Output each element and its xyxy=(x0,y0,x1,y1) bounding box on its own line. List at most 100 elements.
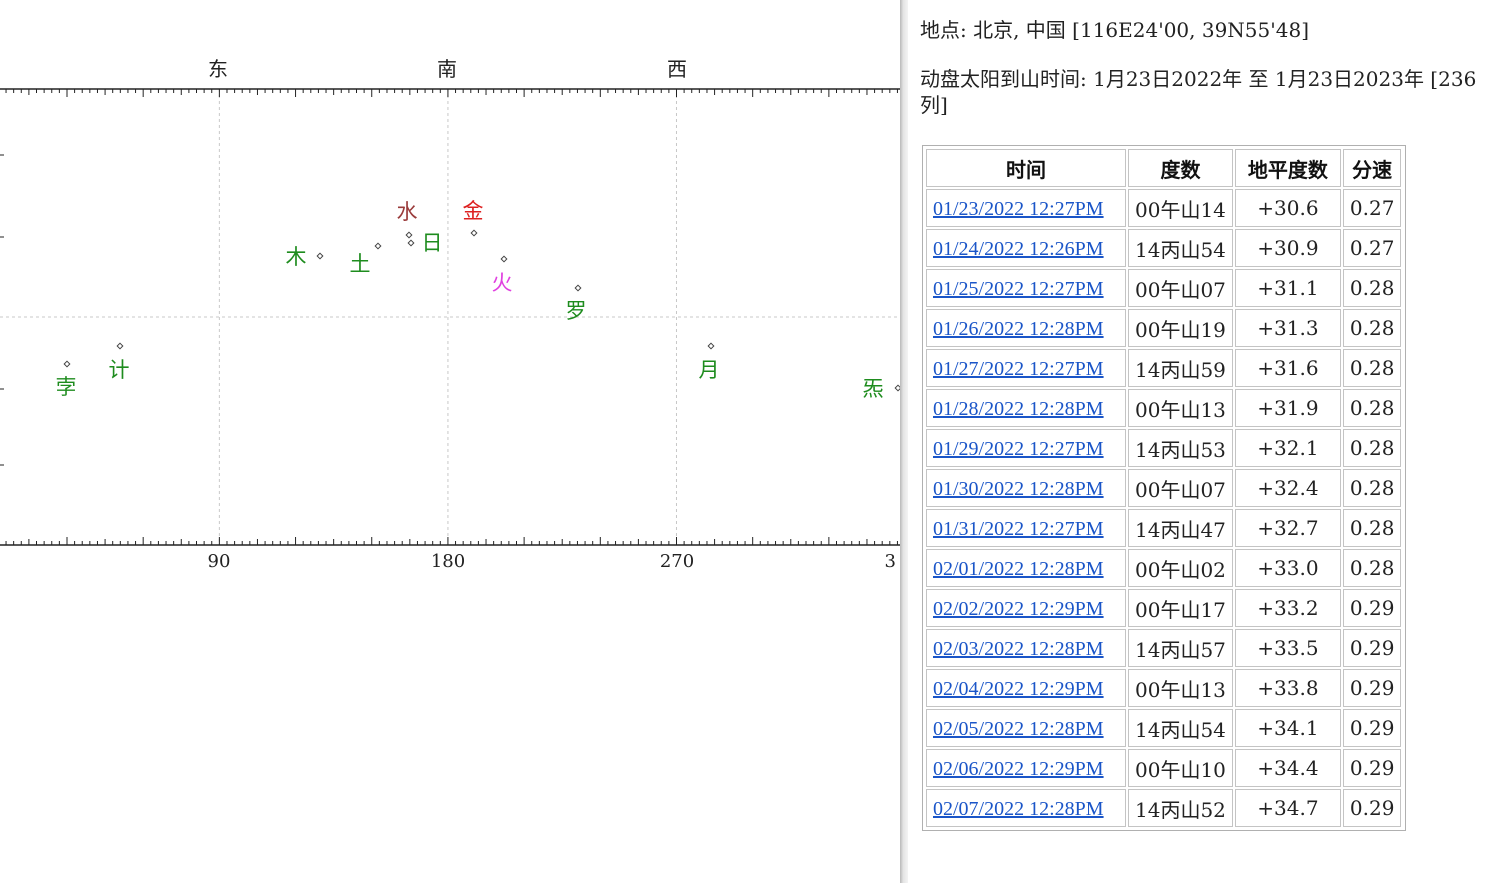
row-time-cell[interactable]: 02/07/2022 12:28PM xyxy=(926,789,1126,827)
row-degree: 00午山14 xyxy=(1128,189,1233,227)
table-row: 02/03/2022 12:28PM 14丙山57 +33.5 0.29 xyxy=(926,629,1402,667)
row-time-cell[interactable]: 01/26/2022 12:28PM xyxy=(926,309,1126,347)
body-marker xyxy=(116,342,124,350)
location-text: 地点: 北京, 中国 [116E24'00, 39N55'48] xyxy=(920,18,1310,42)
body-label: 孛 xyxy=(56,375,77,399)
row-degree: 00午山17 xyxy=(1128,589,1233,627)
horizon-chart-pane: 东 南 西 90 180 270 3 孛 计 木 土 水日金火罗月炁 xyxy=(0,0,900,883)
table-header-row: 时间 度数 地平度数 分速 xyxy=(926,149,1402,187)
row-speed: 0.27 xyxy=(1342,229,1402,267)
row-degree: 14丙山47 xyxy=(1128,509,1233,547)
row-time-link[interactable]: 01/29/2022 12:27PM xyxy=(933,438,1104,460)
row-degree: 00午山07 xyxy=(1128,469,1233,507)
x-tick-label: 270 xyxy=(660,551,694,572)
body-marker xyxy=(316,252,324,260)
row-horizon-degree: +33.0 xyxy=(1234,549,1341,587)
row-speed: 0.29 xyxy=(1342,789,1402,827)
body-label: 炁 xyxy=(863,377,884,401)
row-time-cell[interactable]: 01/25/2022 12:27PM xyxy=(926,269,1126,307)
body-marker xyxy=(405,231,413,239)
row-degree: 14丙山53 xyxy=(1128,429,1233,467)
body-label: 水 xyxy=(397,200,418,224)
direction-label: 西 xyxy=(667,57,687,81)
body-marker xyxy=(707,342,715,350)
body-label: 火 xyxy=(492,271,513,295)
row-horizon-degree: +30.9 xyxy=(1234,229,1341,267)
row-speed: 0.28 xyxy=(1342,429,1402,467)
row-degree: 00午山19 xyxy=(1128,309,1233,347)
row-degree: 00午山13 xyxy=(1128,669,1233,707)
row-horizon-degree: +30.6 xyxy=(1234,189,1341,227)
row-degree: 00午山02 xyxy=(1128,549,1233,587)
row-speed: 0.28 xyxy=(1342,549,1402,587)
table-row: 02/02/2022 12:29PM 00午山17 +33.2 0.29 xyxy=(926,589,1402,627)
body-marker xyxy=(470,229,478,237)
row-time-cell[interactable]: 01/28/2022 12:28PM xyxy=(926,389,1126,427)
row-speed: 0.28 xyxy=(1342,309,1402,347)
row-horizon-degree: +34.1 xyxy=(1234,709,1341,747)
row-horizon-degree: +33.2 xyxy=(1234,589,1341,627)
row-time-cell[interactable]: 02/02/2022 12:29PM xyxy=(926,589,1126,627)
row-speed: 0.29 xyxy=(1342,589,1402,627)
row-time-link[interactable]: 02/03/2022 12:28PM xyxy=(933,638,1104,660)
row-time-link[interactable]: 01/31/2022 12:27PM xyxy=(933,518,1104,540)
row-horizon-degree: +32.4 xyxy=(1234,469,1341,507)
table-row: 01/27/2022 12:27PM 14丙山59 +31.6 0.28 xyxy=(926,349,1402,387)
table-row: 01/23/2022 12:27PM 00午山14 +30.6 0.27 xyxy=(926,189,1402,227)
body-marker xyxy=(63,360,71,368)
row-time-link[interactable]: 01/27/2022 12:27PM xyxy=(933,358,1104,380)
row-time-link[interactable]: 01/26/2022 12:28PM xyxy=(933,318,1104,340)
data-table: 时间 度数 地平度数 分速 01/23/2022 12:27PM 00午山14 +3… xyxy=(924,147,1403,829)
row-time-link[interactable]: 01/28/2022 12:28PM xyxy=(933,398,1104,420)
row-horizon-degree: +34.7 xyxy=(1234,789,1341,827)
row-time-link[interactable]: 01/25/2022 12:27PM xyxy=(933,278,1104,300)
row-time-link[interactable]: 02/07/2022 12:28PM xyxy=(933,798,1104,820)
row-speed: 0.27 xyxy=(1342,189,1402,227)
row-time-link[interactable]: 01/24/2022 12:26PM xyxy=(933,238,1104,260)
row-time-cell[interactable]: 01/27/2022 12:27PM xyxy=(926,349,1126,387)
row-speed: 0.28 xyxy=(1342,509,1402,547)
row-time-cell[interactable]: 01/31/2022 12:27PM xyxy=(926,509,1126,547)
row-time-cell[interactable]: 01/24/2022 12:26PM xyxy=(926,229,1126,267)
pane-splitter[interactable] xyxy=(900,0,908,883)
row-time-cell[interactable]: 01/30/2022 12:28PM xyxy=(926,469,1126,507)
body-label: 木 xyxy=(286,245,307,269)
row-time-link[interactable]: 02/05/2022 12:28PM xyxy=(933,718,1104,740)
body-label: 日 xyxy=(422,231,443,255)
body-marker xyxy=(574,284,582,292)
row-horizon-degree: +34.4 xyxy=(1234,749,1341,787)
row-time-link[interactable]: 02/01/2022 12:28PM xyxy=(933,558,1104,580)
body-label: 金 xyxy=(463,199,484,223)
grid-layer xyxy=(0,89,900,545)
x-tick-label: 3 xyxy=(885,551,896,572)
table-row: 01/28/2022 12:28PM 00午山13 +31.9 0.28 xyxy=(926,389,1402,427)
table-row: 01/25/2022 12:27PM 00午山07 +31.1 0.28 xyxy=(926,269,1402,307)
body-marker xyxy=(374,242,382,250)
row-time-cell[interactable]: 01/23/2022 12:27PM xyxy=(926,189,1126,227)
table-body: 01/23/2022 12:27PM 00午山14 +30.6 0.27 01/24/2… xyxy=(926,189,1402,827)
row-horizon-degree: +33.8 xyxy=(1234,669,1341,707)
row-time-cell[interactable]: 02/04/2022 12:29PM xyxy=(926,669,1126,707)
row-speed: 0.29 xyxy=(1342,669,1402,707)
axis-layer: 东 南 西 90 180 270 3 xyxy=(0,57,900,572)
row-time-cell[interactable]: 01/29/2022 12:27PM xyxy=(926,429,1126,467)
row-horizon-degree: +31.1 xyxy=(1234,269,1341,307)
row-degree: 00午山07 xyxy=(1128,269,1233,307)
table-row: 02/07/2022 12:28PM 14丙山52 +34.7 0.29 xyxy=(926,789,1402,827)
row-degree: 14丙山54 xyxy=(1128,229,1233,267)
row-time-link[interactable]: 01/23/2022 12:27PM xyxy=(933,198,1104,220)
row-horizon-degree: +33.5 xyxy=(1234,629,1341,667)
row-time-cell[interactable]: 02/06/2022 12:29PM xyxy=(926,749,1126,787)
table-row: 02/05/2022 12:28PM 14丙山54 +34.1 0.29 xyxy=(926,709,1402,747)
row-time-link[interactable]: 01/30/2022 12:28PM xyxy=(933,478,1104,500)
table-row: 01/26/2022 12:28PM 00午山19 +31.3 0.28 xyxy=(926,309,1402,347)
row-time-cell[interactable]: 02/01/2022 12:28PM xyxy=(926,549,1126,587)
header-horizon-degree: 地平度数 xyxy=(1234,149,1341,187)
row-time-cell[interactable]: 02/03/2022 12:28PM xyxy=(926,629,1126,667)
table-row: 02/01/2022 12:28PM 00午山02 +33.0 0.28 xyxy=(926,549,1402,587)
table-row: 01/24/2022 12:26PM 14丙山54 +30.9 0.27 xyxy=(926,229,1402,267)
row-time-link[interactable]: 02/02/2022 12:29PM xyxy=(933,598,1104,620)
row-time-link[interactable]: 02/04/2022 12:29PM xyxy=(933,678,1104,700)
row-time-link[interactable]: 02/06/2022 12:29PM xyxy=(933,758,1104,780)
row-time-cell[interactable]: 02/05/2022 12:28PM xyxy=(926,709,1126,747)
